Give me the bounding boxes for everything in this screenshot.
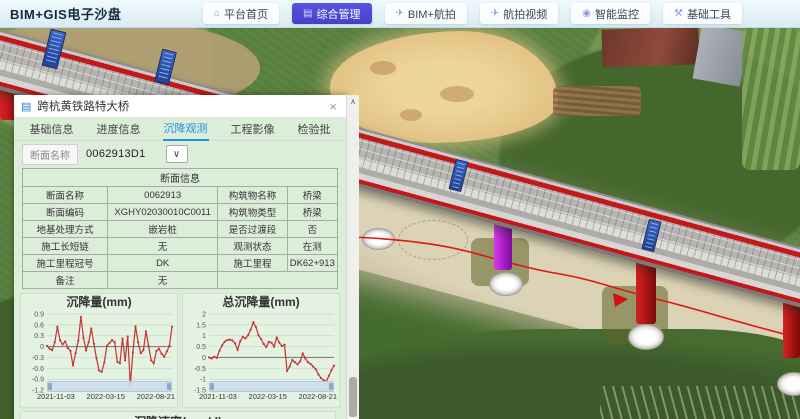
table-cell: XGHY02030010C0011: [108, 204, 218, 221]
table-cell: DK62+913: [287, 255, 337, 272]
management-icon: ▤: [303, 8, 312, 19]
section-dropdown-button[interactable]: ∨: [166, 145, 188, 163]
scrollbar-thumb[interactable]: [349, 377, 357, 417]
section-name-value: 0062913D1: [86, 148, 146, 160]
app-title: BIM+GIS电子沙盘: [10, 4, 121, 23]
chart-title: 沉降量(mm): [21, 294, 177, 310]
section-selector-row: 断面名称 0062913D1 ∨: [14, 141, 346, 167]
svg-text:1.5: 1.5: [196, 322, 206, 329]
tab-1[interactable]: 进度信息: [96, 117, 142, 140]
application-window: BIM+GIS电子沙盘 ⌂ 平台首页 ▤ 综合管理 ✈ BIM+航拍 ✈ 航拍视频 ◉ 智能监控 ⚒…: [0, 0, 800, 419]
tab-4[interactable]: 检验批: [297, 117, 332, 140]
table-cell: 观测状态: [218, 238, 287, 255]
svg-text:-0.9: -0.9: [32, 377, 44, 384]
table-cell: 施工里程: [218, 255, 287, 272]
total-settlement-chart: 总沉降量(mm) 21.510.50-0.5-1-1.5 2021-11-032…: [182, 293, 340, 408]
table-cell: 构筑物名称: [218, 187, 287, 204]
table-cell: DK: [108, 255, 218, 272]
svg-text:2: 2: [202, 312, 206, 319]
list-icon: ▤: [21, 100, 31, 113]
close-icon[interactable]: ×: [327, 99, 339, 114]
camera-icon: ◉: [582, 8, 591, 19]
table-cell: 断面编码: [23, 204, 108, 221]
table-cell: 桥梁: [287, 187, 337, 204]
settlement-chart: 沉降量(mm) 0.90.60.30-0.3-0.6-0.9-1.2 2021-…: [20, 293, 178, 408]
drone-icon: ✈: [396, 8, 404, 19]
nav-button-1[interactable]: ▤ 综合管理: [292, 3, 371, 24]
table-cell: 0062913: [108, 187, 218, 204]
bridge-pier[interactable]: [783, 298, 800, 358]
x-axis-labels: 2021-11-03 2022-03-15 2022-08-21: [21, 392, 177, 401]
nav-menu: ⌂ 平台首页 ▤ 综合管理 ✈ BIM+航拍 ✈ 航拍视频 ◉ 智能监控 ⚒ 基础工具: [203, 3, 742, 24]
nav-label: 智能监控: [595, 6, 639, 22]
nav-label: 综合管理: [317, 6, 361, 22]
nav-button-2[interactable]: ✈ BIM+航拍: [385, 3, 467, 24]
nav-label: 基础工具: [687, 6, 731, 22]
table-cell: 无: [108, 272, 218, 289]
table-cell: 桥梁: [287, 204, 337, 221]
svg-text:-0.6: -0.6: [32, 366, 44, 373]
svg-text:-0.3: -0.3: [32, 355, 44, 362]
settlement-rate-chart: 沉降速率(mm/d) 0.15: [20, 411, 336, 419]
panel-scrollbar[interactable]: ∧: [346, 95, 359, 419]
table-cell: 否: [287, 221, 337, 238]
nav-label: 航拍视频: [503, 6, 547, 22]
datazoom-slider[interactable]: [47, 381, 172, 392]
table-cell: 备注: [23, 272, 108, 289]
table-cell: 在测: [287, 238, 337, 255]
tab-2[interactable]: 沉降观测: [163, 116, 209, 141]
svg-text:0.6: 0.6: [34, 322, 44, 329]
panel-tabs: 基础信息进度信息沉降观测工程影像检验批: [14, 117, 346, 141]
nav-label: BIM+航拍: [408, 6, 456, 22]
section-info-table: 断面信息断面名称0062913构筑物名称桥梁断面编码XGHY02030010C0…: [22, 168, 338, 289]
table-cell: 施工里程冠号: [23, 255, 108, 272]
x-tick-label: 2022-08-21: [137, 392, 175, 401]
svg-text:0.9: 0.9: [34, 312, 44, 319]
svg-text:0.3: 0.3: [34, 333, 44, 340]
nav-button-0[interactable]: ⌂ 平台首页: [203, 3, 279, 24]
table-cell: 施工长短链: [23, 238, 108, 255]
x-tick-label: 2022-03-15: [87, 392, 125, 401]
section-name-label: 断面名称: [22, 144, 78, 165]
svg-text:0.5: 0.5: [196, 344, 206, 351]
tools-icon: ⚒: [674, 8, 683, 19]
panel-title: 跨杭黄铁路特大桥: [37, 98, 327, 114]
nav-label: 平台首页: [224, 6, 268, 22]
table-cell: 构筑物类型: [218, 204, 287, 221]
tab-3[interactable]: 工程影像: [230, 117, 276, 140]
x-tick-label: 2021-11-03: [199, 392, 237, 401]
table-cell: [218, 272, 338, 289]
svg-text:0: 0: [40, 344, 44, 351]
bridge-info-panel: ▤ 跨杭黄铁路特大桥 × 基础信息进度信息沉降观测工程影像检验批 断面名称 00…: [14, 95, 346, 419]
table-cell: 地基处理方式: [23, 221, 108, 238]
x-tick-label: 2022-03-15: [249, 392, 287, 401]
home-icon: ⌂: [214, 8, 220, 19]
tab-0[interactable]: 基础信息: [29, 117, 75, 140]
nav-button-3[interactable]: ✈ 航拍视频: [480, 3, 558, 24]
table-cell: 断面名称: [23, 187, 108, 204]
charts-row: 沉降量(mm) 0.90.60.30-0.3-0.6-0.9-1.2 2021-…: [14, 291, 346, 408]
x-axis-labels: 2021-11-03 2022-03-15 2022-08-21: [183, 392, 339, 401]
svg-text:-1: -1: [200, 377, 206, 384]
aerial-video-icon: ✈: [491, 8, 499, 19]
top-navigation-bar: BIM+GIS电子沙盘 ⌂ 平台首页 ▤ 综合管理 ✈ BIM+航拍 ✈ 航拍视频 ◉ 智能监控 ⚒…: [0, 0, 800, 28]
chevron-down-icon: ∨: [173, 149, 180, 160]
chart-title: 沉降速率(mm/d): [21, 412, 335, 419]
svg-text:1: 1: [202, 333, 206, 340]
table-cell: 是否过渡段: [218, 221, 287, 238]
chart-title: 总沉降量(mm): [183, 294, 339, 310]
table-cell: 无: [108, 238, 218, 255]
nav-button-4[interactable]: ◉ 智能监控: [571, 3, 650, 24]
x-tick-label: 2022-08-21: [299, 392, 337, 401]
datazoom-slider[interactable]: [209, 381, 334, 392]
scroll-up-arrow[interactable]: ∧: [347, 95, 359, 108]
svg-text:0: 0: [202, 355, 206, 362]
panel-header: ▤ 跨杭黄铁路特大桥 ×: [14, 95, 346, 117]
nav-button-5[interactable]: ⚒ 基础工具: [663, 3, 742, 24]
table-cell: 嵌岩桩: [108, 221, 218, 238]
x-tick-label: 2021-11-03: [37, 392, 75, 401]
table-title: 断面信息: [23, 169, 338, 187]
svg-text:-0.5: -0.5: [194, 366, 206, 373]
